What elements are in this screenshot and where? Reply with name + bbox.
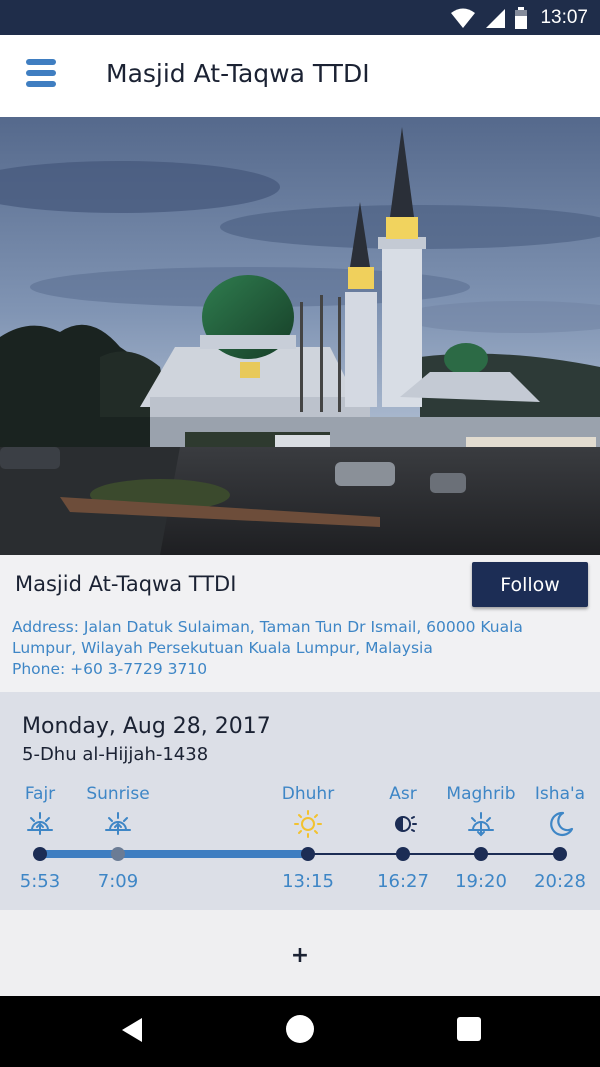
- add-section: +: [0, 910, 600, 996]
- prayer-time-sunrise: 7:09: [97, 871, 139, 892]
- battery-icon: [515, 7, 528, 29]
- prayer-name-dhuhr: Dhuhr: [281, 784, 335, 804]
- timeline-dot-maghrib: [474, 847, 488, 861]
- prayer-name-fajr: Fajr: [24, 784, 56, 804]
- menu-icon[interactable]: [22, 59, 60, 91]
- prayer-name-sunrise: Sunrise: [86, 784, 150, 804]
- sunrise-up-icon: [105, 812, 131, 835]
- prayer-name-asr: Asr: [389, 784, 417, 804]
- timeline-dot-fajr: [33, 847, 47, 861]
- hijri-date: 5-Dhu al-Hijjah-1438: [22, 744, 209, 765]
- add-button[interactable]: +: [284, 940, 316, 972]
- home-icon[interactable]: [286, 1015, 314, 1043]
- mosque-info: Masjid At-Taqwa TTDI Follow Address: Jal…: [0, 555, 600, 692]
- prayer-time-ishaa: 20:28: [534, 871, 586, 892]
- half-sun-icon: [395, 816, 417, 832]
- prayer-name-maghrib: Maghrib: [446, 784, 516, 804]
- prayer-time-dhuhr: 13:15: [282, 871, 334, 892]
- mosque-phone[interactable]: Phone: +60 3-7729 3710: [12, 660, 207, 678]
- mosque-address[interactable]: Address: Jalan Datuk Sulaiman, Taman Tun…: [12, 617, 582, 659]
- navigation-bar: [0, 996, 600, 1067]
- sunrise-up-icon: [27, 812, 53, 835]
- status-time: 13:07: [540, 7, 588, 28]
- prayer-time-asr: 16:27: [377, 871, 429, 892]
- page-title: Masjid At-Taqwa TTDI: [106, 59, 370, 88]
- prayer-time-fajr: 5:53: [19, 871, 61, 892]
- timeline-dot-ishaa: [553, 847, 567, 861]
- gregorian-date: Monday, Aug 28, 2017: [22, 714, 271, 739]
- app-bar: Masjid At-Taqwa TTDI: [0, 35, 600, 117]
- wifi-icon: [451, 8, 476, 28]
- mosque-photo: [0, 117, 600, 555]
- moon-icon: [550, 811, 574, 837]
- timeline-dot-dhuhr: [301, 847, 315, 861]
- prayer-name-ishaa: Isha'a: [534, 784, 586, 804]
- mosque-name: Masjid At-Taqwa TTDI: [15, 572, 237, 596]
- prayer-times-card: Monday, Aug 28, 2017 5-Dhu al-Hijjah-143…: [0, 692, 600, 910]
- follow-button[interactable]: Follow: [472, 562, 588, 607]
- sunset-down-icon: [468, 812, 494, 837]
- address-line-1: Address: Jalan Datuk Sulaiman, Taman Tun…: [12, 618, 523, 636]
- timeline-dot-sunrise: [111, 847, 125, 861]
- prayer-timeline: [33, 847, 567, 861]
- address-line-2: Lumpur, Wilayah Persekutuan Kuala Lumpur…: [12, 639, 433, 657]
- prayer-time-maghrib: 19:20: [455, 871, 507, 892]
- recent-apps-icon[interactable]: [457, 1017, 481, 1041]
- sun-icon: [294, 810, 322, 838]
- timeline-dot-asr: [396, 847, 410, 861]
- status-bar: 13:07: [0, 0, 600, 35]
- status-icons: 13:07: [450, 5, 588, 31]
- signal-icon: [486, 9, 506, 28]
- back-icon[interactable]: [118, 1016, 146, 1044]
